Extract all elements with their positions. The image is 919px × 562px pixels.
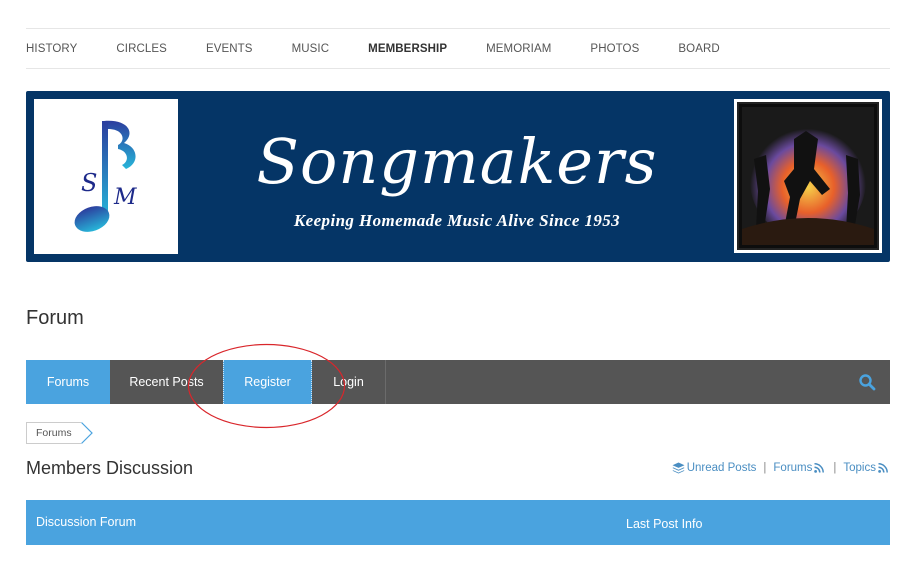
svg-text:S: S: [81, 169, 97, 197]
topics-rss-link[interactable]: Topics: [843, 462, 890, 474]
nav-board[interactable]: BOARD: [678, 43, 719, 55]
tab-recent-posts[interactable]: Recent Posts: [110, 360, 223, 404]
nav-photos[interactable]: PHOTOS: [590, 43, 639, 55]
svg-text:M: M: [113, 185, 137, 210]
forums-rss-label: Forums: [773, 462, 813, 474]
banner-tagline: Keeping Homemade Music Alive Since 1953: [293, 211, 621, 230]
column-discussion-forum: Discussion Forum: [36, 515, 137, 529]
nav-history[interactable]: HISTORY: [26, 43, 77, 55]
forum-toolbar: Forums Recent Posts Register Login: [26, 360, 890, 404]
breadcrumb-chevron-icon: [80, 422, 93, 444]
banner-title: Songmakers: [256, 125, 658, 198]
rss-icon: [814, 463, 825, 473]
nav-memoriam[interactable]: MEMORIAM: [486, 43, 551, 55]
nav-music[interactable]: MUSIC: [292, 43, 330, 55]
nav-membership[interactable]: MEMBERSHIP: [368, 43, 447, 55]
topics-rss-label: Topics: [843, 462, 876, 474]
login-button[interactable]: Login: [312, 360, 386, 404]
site-nav: HISTORY CIRCLES EVENTS MUSIC MEMBERSHIP …: [26, 29, 890, 69]
page-title: Forum: [26, 307, 84, 329]
section-title: Members Discussion: [26, 458, 194, 478]
feed-separator: |: [763, 462, 767, 474]
unread-posts-link[interactable]: Unread Posts: [670, 462, 757, 474]
nav-divider: [26, 68, 890, 69]
search-icon[interactable]: [858, 373, 876, 391]
breadcrumb-forums[interactable]: Forums: [26, 422, 81, 444]
register-button[interactable]: Register: [223, 360, 312, 404]
stack-icon: [672, 462, 685, 474]
nav-events[interactable]: EVENTS: [206, 43, 253, 55]
tab-forums[interactable]: Forums: [26, 360, 110, 404]
unread-posts-label: Unread Posts: [686, 462, 757, 474]
column-last-post-info: Last Post Info: [626, 517, 703, 531]
songmakers-logo: S M: [34, 99, 178, 254]
music-note-logo-icon: S M: [74, 120, 137, 232]
feed-separator: |: [833, 462, 837, 474]
musician-illustration: [734, 99, 882, 253]
feed-links: Unread Posts | Forums | Topics: [670, 462, 890, 474]
nav-circles[interactable]: CIRCLES: [116, 43, 167, 55]
forum-table-header: Discussion Forum Last Post Info: [26, 500, 890, 545]
forums-rss-link[interactable]: Forums: [773, 462, 826, 474]
site-banner[interactable]: S M Songmakers Keeping Homemade Music Al…: [26, 91, 890, 262]
rss-icon: [878, 463, 888, 473]
guitarist-illustration-icon: [737, 102, 879, 250]
breadcrumb[interactable]: Forums: [26, 422, 93, 444]
